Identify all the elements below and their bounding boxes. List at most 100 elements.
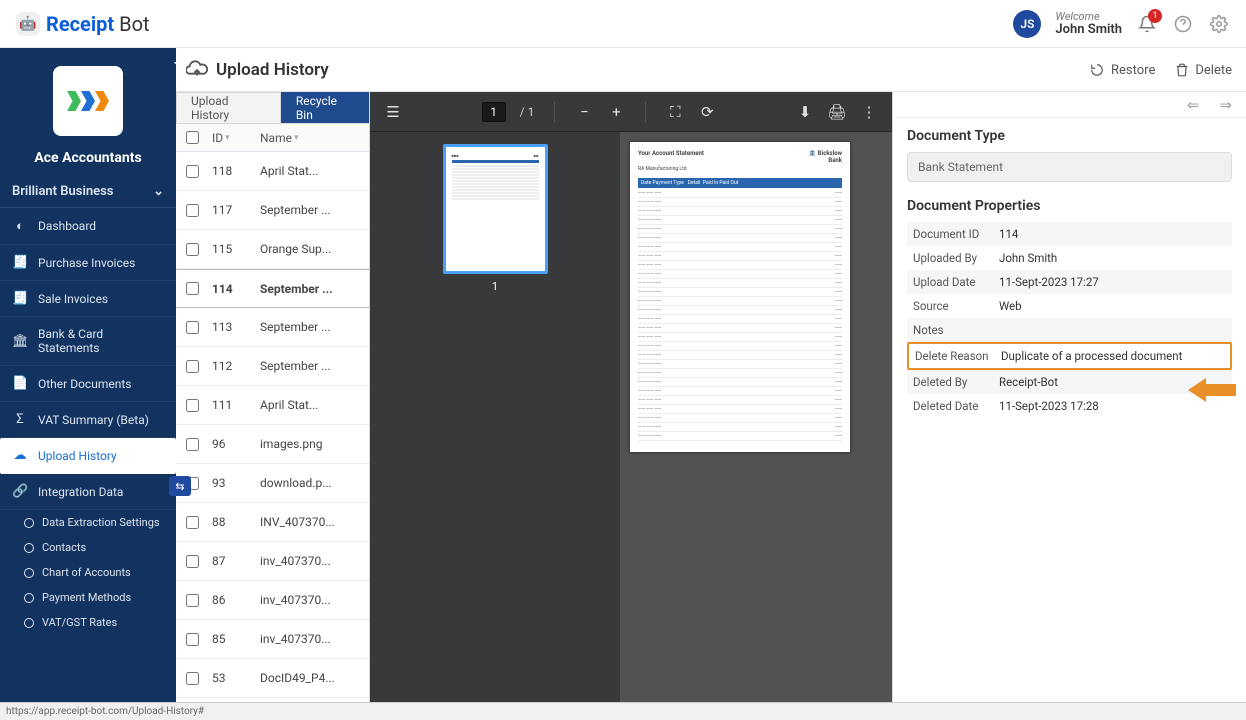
sub-extraction[interactable]: Data Extraction Settings bbox=[0, 510, 176, 535]
nav-other[interactable]: 📄Other Documents bbox=[0, 366, 176, 402]
business-select[interactable]: Brilliant Business ⌄ bbox=[0, 176, 176, 208]
sub-label: VAT/GST Rates bbox=[42, 616, 117, 629]
nav-label: VAT Summary (Beta) bbox=[38, 413, 149, 427]
sub-payment[interactable]: Payment Methods bbox=[0, 585, 176, 610]
table-row[interactable]: 87inv_407370... bbox=[176, 542, 369, 581]
page-input[interactable] bbox=[482, 102, 506, 122]
row-name: INV_407370... bbox=[256, 515, 369, 529]
row-checkbox[interactable] bbox=[186, 243, 199, 256]
table-row[interactable]: 86inv_407370... bbox=[176, 581, 369, 620]
doc-type-value: Bank Statement bbox=[907, 152, 1232, 182]
table-row[interactable]: 93download.p... bbox=[176, 464, 369, 503]
nav-bank[interactable]: 🏛Bank & Card Statements bbox=[0, 317, 176, 366]
nav-upload-history[interactable]: ☁Upload History bbox=[0, 438, 176, 474]
bell-icon[interactable]: 1 bbox=[1136, 13, 1158, 35]
row-checkbox[interactable] bbox=[186, 594, 199, 607]
prop-label: Uploaded By bbox=[913, 251, 999, 265]
table-row[interactable]: 112September ... bbox=[176, 347, 369, 386]
fit-icon[interactable]: ⛶ bbox=[666, 103, 684, 121]
nav-integration[interactable]: 🔗Integration Data bbox=[0, 474, 176, 510]
table-row[interactable]: 115Orange Sup... bbox=[176, 230, 369, 269]
table-row[interactable]: 85inv_407370... bbox=[176, 620, 369, 659]
prop-value: 114 bbox=[999, 227, 1226, 241]
sort-icon[interactable]: ▾ bbox=[225, 133, 230, 143]
nav-label: Purchase Invoices bbox=[38, 256, 135, 270]
row-checkbox[interactable] bbox=[186, 672, 199, 685]
row-id: 93 bbox=[208, 476, 256, 490]
sidebar: ◀ Ace Accountants Brilliant Business ⌄ ◐… bbox=[0, 48, 176, 702]
download-icon[interactable]: ⬇ bbox=[796, 103, 814, 121]
row-checkbox[interactable] bbox=[186, 555, 199, 568]
row-id: 113 bbox=[208, 320, 256, 334]
table-row[interactable]: 111April Stat... bbox=[176, 386, 369, 425]
restore-label: Restore bbox=[1111, 63, 1155, 78]
row-name: inv_407370... bbox=[256, 632, 369, 646]
row-checkbox[interactable] bbox=[186, 321, 199, 334]
prop-label: Upload Date bbox=[913, 275, 999, 289]
row-checkbox[interactable] bbox=[186, 438, 199, 451]
table-row[interactable]: 118April Stat... bbox=[176, 152, 369, 191]
prop-row: Notes bbox=[907, 318, 1232, 342]
help-icon[interactable] bbox=[1172, 13, 1194, 35]
prop-row: Uploaded ByJohn Smith bbox=[907, 246, 1232, 270]
col-id[interactable]: ID bbox=[212, 131, 223, 145]
tab-recycle-bin[interactable]: Recycle Bin bbox=[281, 92, 369, 123]
sub-coa[interactable]: Chart of Accounts bbox=[0, 560, 176, 585]
row-checkbox[interactable] bbox=[186, 165, 199, 178]
brand[interactable]: 🤖 Receipt Bot bbox=[16, 12, 150, 36]
sub-vatrates[interactable]: VAT/GST Rates bbox=[0, 610, 176, 635]
row-name: April Stat... bbox=[256, 398, 369, 412]
col-name[interactable]: Name bbox=[260, 131, 292, 145]
next-arrow-icon[interactable]: ⇒ bbox=[1219, 96, 1232, 114]
prev-arrow-icon[interactable]: ⇐ bbox=[1187, 96, 1200, 114]
row-checkbox[interactable] bbox=[186, 633, 199, 646]
nav-purchase[interactable]: 🧾Purchase Invoices bbox=[0, 245, 176, 281]
row-name: April Stat... bbox=[256, 164, 369, 178]
collapse-icon[interactable]: ◀ bbox=[174, 52, 186, 71]
circle-icon bbox=[24, 618, 34, 628]
table-row[interactable]: 113September ... bbox=[176, 308, 369, 347]
table-row[interactable]: 88INV_407370... bbox=[176, 503, 369, 542]
table-row[interactable]: 96images.png bbox=[176, 425, 369, 464]
restore-button[interactable]: Restore bbox=[1089, 63, 1155, 78]
more-icon[interactable]: ⋮ bbox=[860, 103, 878, 121]
thumbnail[interactable]: ■■■■■ bbox=[443, 144, 548, 274]
avatar[interactable]: JS bbox=[1013, 10, 1041, 38]
delete-button[interactable]: Delete bbox=[1175, 62, 1232, 78]
page-view[interactable]: Your Account Statement 🏦 BickslowBank RA… bbox=[620, 132, 892, 702]
nav-vat[interactable]: ΣVAT Summary (Beta) bbox=[0, 402, 176, 438]
row-id: 88 bbox=[208, 515, 256, 529]
zoom-out-icon[interactable]: − bbox=[575, 103, 593, 121]
reveal-handle[interactable]: ⇆ bbox=[169, 476, 191, 496]
gear-icon[interactable] bbox=[1208, 13, 1230, 35]
row-checkbox[interactable] bbox=[186, 516, 199, 529]
trash-icon bbox=[1175, 62, 1189, 78]
table-row[interactable]: 53DocID49_P4... bbox=[176, 659, 369, 698]
username: John Smith bbox=[1055, 23, 1122, 37]
business-label: Brilliant Business bbox=[12, 184, 113, 199]
tab-upload-history[interactable]: Upload History bbox=[176, 92, 281, 123]
sort-icon[interactable]: ▾ bbox=[294, 133, 299, 143]
row-checkbox[interactable] bbox=[186, 360, 199, 373]
print-icon[interactable]: 🖨 bbox=[828, 103, 846, 121]
row-checkbox[interactable] bbox=[186, 282, 199, 295]
table-row[interactable]: 114September ... bbox=[176, 269, 369, 308]
row-checkbox[interactable] bbox=[186, 399, 199, 412]
annotation-arrow bbox=[1188, 376, 1236, 404]
menu-icon[interactable]: ☰ bbox=[384, 103, 402, 121]
nav-label: Sale Invoices bbox=[38, 292, 108, 306]
prop-label: Source bbox=[913, 299, 999, 313]
chevron-down-icon: ⌄ bbox=[153, 184, 164, 199]
prop-row: Upload Date11-Sept-2023 17:27 bbox=[907, 270, 1232, 294]
sub-contacts[interactable]: Contacts bbox=[0, 535, 176, 560]
table-row[interactable]: 117September ... bbox=[176, 191, 369, 230]
row-checkbox[interactable] bbox=[186, 204, 199, 217]
nav-sale[interactable]: 🧾Sale Invoices bbox=[0, 281, 176, 317]
rotate-icon[interactable]: ⟳ bbox=[698, 103, 716, 121]
circle-icon bbox=[24, 593, 34, 603]
nav-dashboard[interactable]: ◐Dashboard bbox=[0, 208, 176, 245]
prop-row: Document ID114 bbox=[907, 222, 1232, 246]
select-all-checkbox[interactable] bbox=[186, 131, 199, 144]
bank-icon: 🏛 bbox=[12, 334, 28, 349]
zoom-in-icon[interactable]: + bbox=[607, 103, 625, 121]
